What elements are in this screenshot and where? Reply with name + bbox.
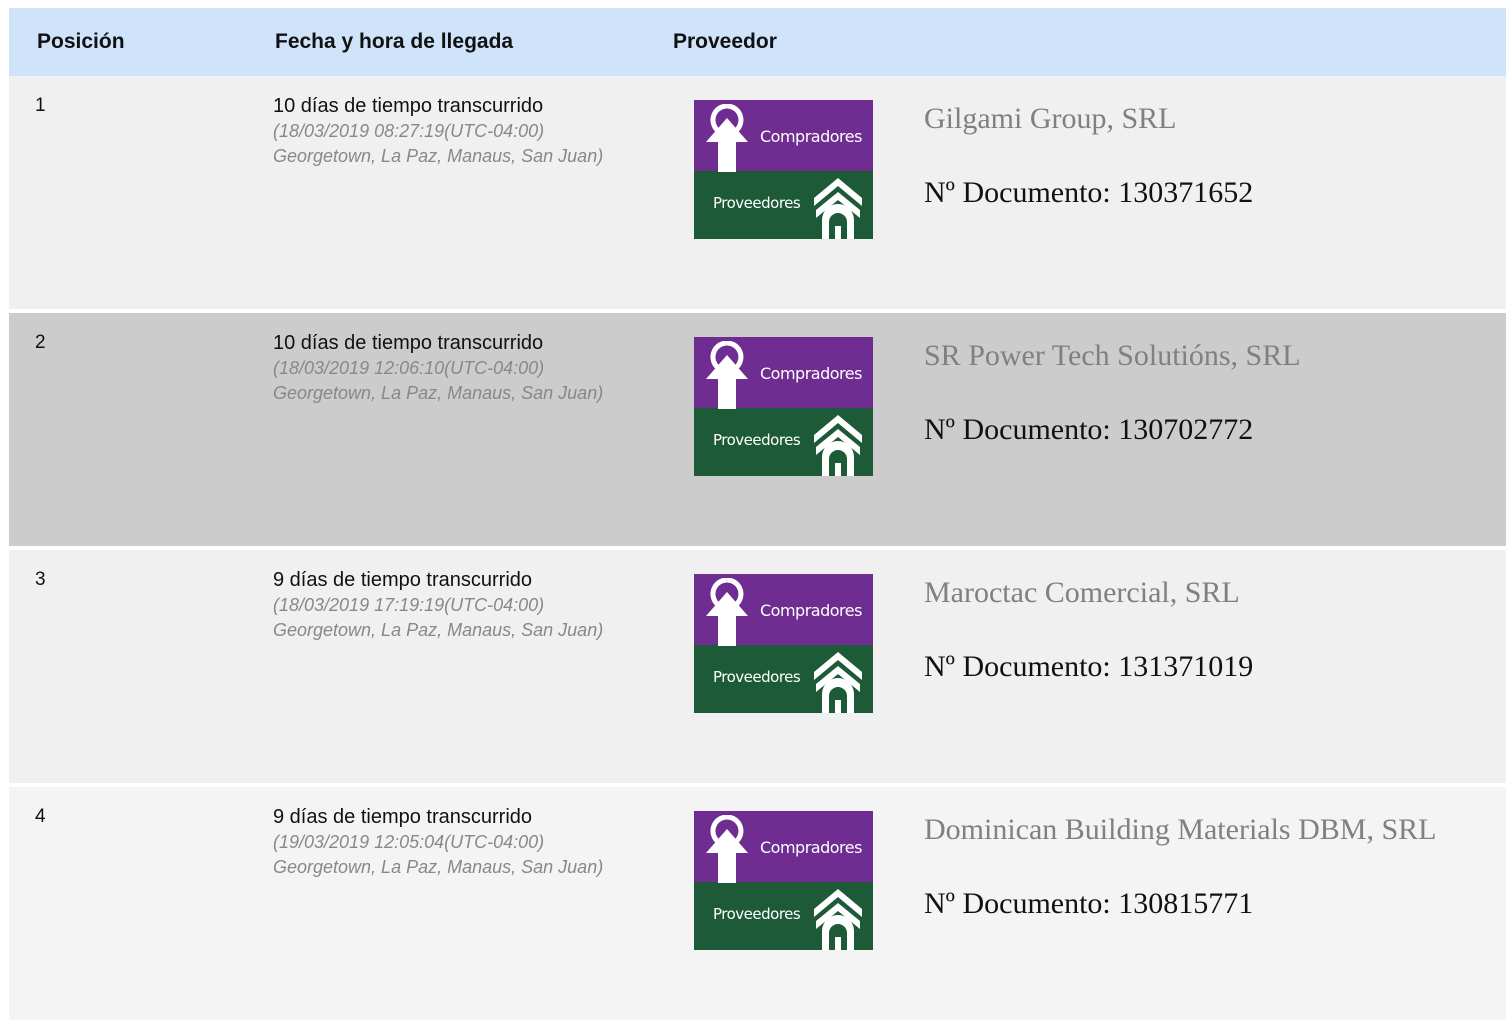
house-icon (814, 178, 862, 239)
document-number: Nº Documento: 130371652 (924, 176, 1254, 209)
house-icon (814, 415, 862, 476)
table-header: Posición Fecha y hora de llegada Proveed… (9, 8, 1506, 76)
arrow-up-icon (706, 341, 748, 409)
column-header-posicion[interactable]: Posición (37, 30, 125, 54)
arrow-up-icon (706, 578, 748, 646)
arrow-up-icon (706, 104, 748, 172)
position-number: 4 (35, 806, 46, 827)
supplier-logo: Compradores Proveedores (694, 100, 873, 239)
supplier-logo: Compradores Proveedores (694, 574, 873, 713)
results-table: Posición Fecha y hora de llegada Proveed… (9, 8, 1506, 1020)
supplier-name[interactable]: Gilgami Group, SRL (924, 102, 1177, 136)
supplier-logo: Compradores Proveedores (694, 811, 873, 950)
arrow-up-icon (706, 815, 748, 883)
supplier-name[interactable]: SR Power Tech Solutións, SRL (924, 339, 1301, 373)
table-row[interactable]: 1 10 días de tiempo transcurrido (18/03/… (9, 76, 1506, 309)
table-row[interactable]: 3 9 días de tiempo transcurrido (18/03/2… (9, 550, 1506, 783)
elapsed-time: 10 días de tiempo transcurrido (273, 95, 544, 117)
arrival-timestamp: (19/03/2019 12:05:04(UTC-04:00) Georgeto… (273, 832, 604, 877)
supplier-name[interactable]: Dominican Building Materials DBM, SRL (924, 813, 1436, 847)
table-row[interactable]: 2 10 días de tiempo transcurrido (18/03/… (9, 313, 1506, 546)
document-number: Nº Documento: 131371019 (924, 650, 1254, 683)
document-number: Nº Documento: 130702772 (924, 413, 1254, 446)
position-number: 3 (35, 569, 46, 590)
arrival-timestamp: (18/03/2019 08:27:19(UTC-04:00) Georgeto… (273, 121, 604, 166)
column-header-proveedor[interactable]: Proveedor (673, 30, 777, 54)
supplier-name[interactable]: Maroctac Comercial, SRL (924, 576, 1240, 610)
elapsed-time: 10 días de tiempo transcurrido (273, 332, 544, 354)
elapsed-time: 9 días de tiempo transcurrido (273, 806, 533, 828)
arrival-timestamp: (18/03/2019 12:06:10(UTC-04:00) Georgeto… (273, 358, 604, 403)
table-row[interactable]: 4 9 días de tiempo transcurrido (19/03/2… (9, 787, 1506, 1020)
house-icon (814, 652, 862, 713)
position-number: 1 (35, 95, 46, 116)
supplier-logo: Compradores Proveedores (694, 337, 873, 476)
document-number: Nº Documento: 130815771 (924, 887, 1254, 920)
position-number: 2 (35, 332, 46, 353)
column-header-fecha[interactable]: Fecha y hora de llegada (275, 30, 513, 54)
arrival-cell: 10 días de tiempo transcurrido (18/03/20… (273, 94, 623, 169)
arrival-cell: 9 días de tiempo transcurrido (18/03/201… (273, 568, 623, 643)
arrival-timestamp: (18/03/2019 17:19:19(UTC-04:00) Georgeto… (273, 595, 604, 640)
arrival-cell: 9 días de tiempo transcurrido (19/03/201… (273, 805, 623, 880)
house-icon (814, 889, 862, 950)
elapsed-time: 9 días de tiempo transcurrido (273, 569, 533, 591)
arrival-cell: 10 días de tiempo transcurrido (18/03/20… (273, 331, 623, 406)
